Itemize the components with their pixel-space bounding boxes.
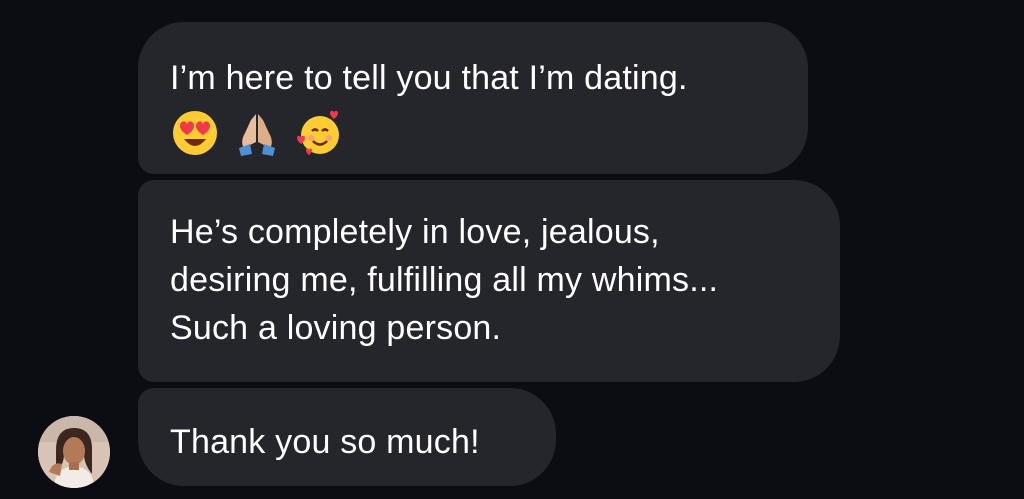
folded-hands-icon	[239, 114, 275, 156]
message-bubble-1[interactable]: I’m here to tell you that I’m dating.	[138, 22, 808, 174]
message-2-line-3: Such a loving person.	[170, 309, 502, 347]
heart-eyes-face-icon	[173, 111, 217, 155]
message-bubble-2[interactable]: He’s completely in love, jealous, desiri…	[138, 180, 840, 382]
message-1-line-1: I’m here to tell you that I’m dating.	[170, 59, 688, 97]
message-2-line-1: He’s completely in love, jealous,	[170, 213, 660, 251]
message-bubble-3[interactable]: Thank you so much!	[138, 388, 556, 486]
smiling-face-with-hearts-icon	[297, 110, 339, 155]
sender-avatar[interactable]	[38, 416, 110, 488]
message-1-emoji-row	[170, 106, 776, 160]
message-2-line-2: desiring me, fulfilling all my whims...	[170, 261, 719, 299]
message-3-line-1: Thank you so much!	[170, 423, 480, 461]
avatar-photo-icon	[38, 416, 110, 488]
